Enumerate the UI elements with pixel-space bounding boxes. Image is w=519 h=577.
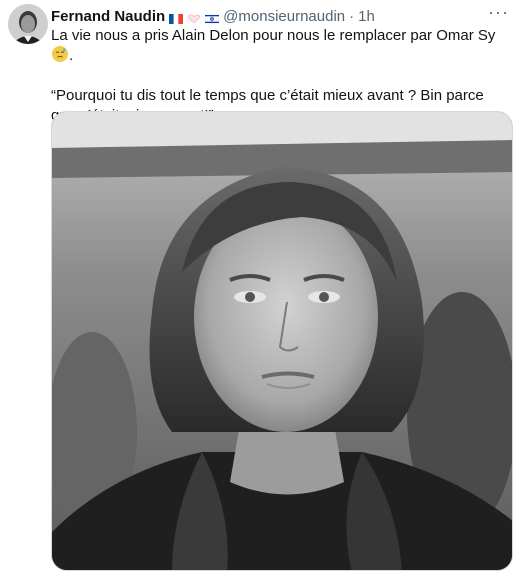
tweet-paragraph-1: La vie nous a pris Alain Delon pour nous… (51, 26, 506, 66)
portrait-image (52, 112, 512, 570)
tweet-line-1-end: . (69, 47, 74, 64)
flag-heart-icon (187, 11, 201, 24)
flag-france-icon (169, 11, 184, 24)
author-name[interactable]: Fernand Naudin (51, 8, 165, 25)
tweet-header: Fernand Naudin @monsieurnaudin · 1h (51, 6, 489, 26)
flag-israel-icon (204, 11, 220, 25)
timestamp[interactable]: 1h (358, 8, 375, 25)
more-options-icon[interactable]: ··· (488, 3, 509, 21)
avatar[interactable] (8, 4, 48, 44)
avatar-image (8, 4, 48, 44)
tweet-photo[interactable] (51, 111, 513, 571)
header-separator: · (349, 7, 355, 25)
author-handle[interactable]: @monsieurnaudin (223, 8, 345, 25)
tweet-card[interactable]: Fernand Naudin @monsieurnaudin · 1h ··· … (0, 0, 519, 577)
face-emoji-icon (52, 46, 68, 62)
tweet-line-1: La vie nous a pris Alain Delon pour nous… (51, 27, 496, 44)
